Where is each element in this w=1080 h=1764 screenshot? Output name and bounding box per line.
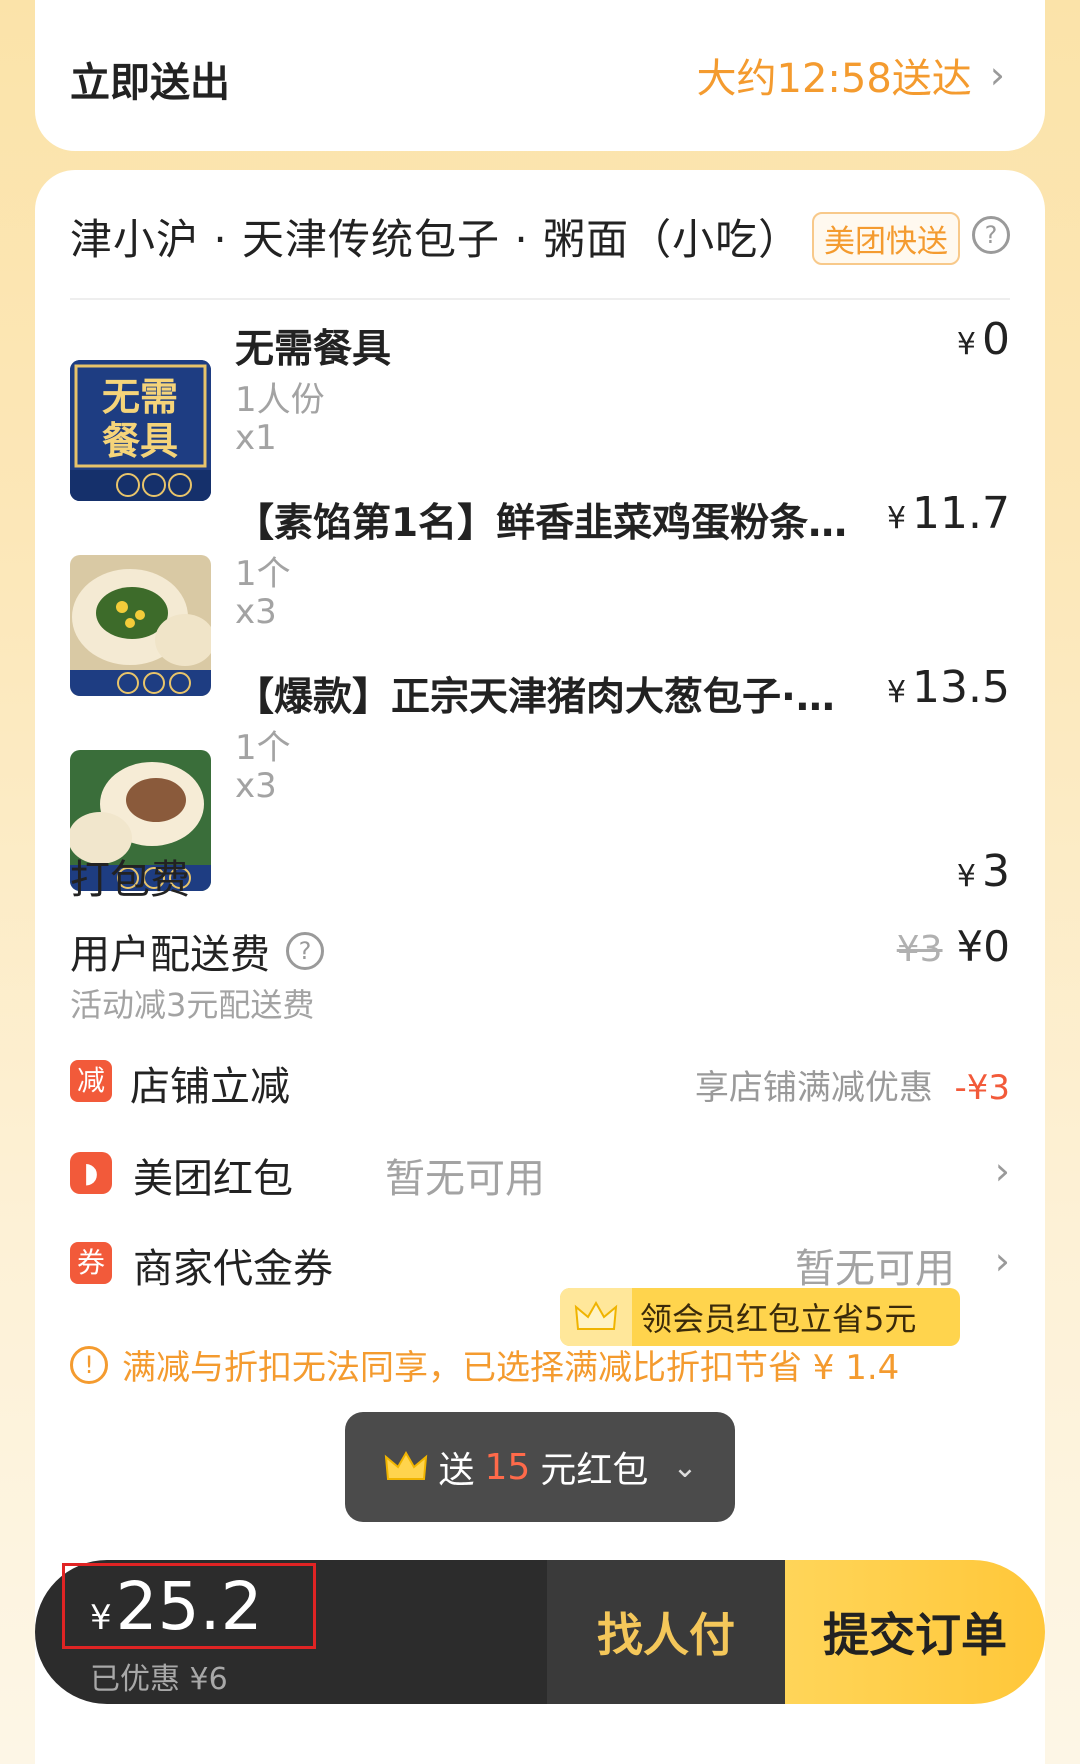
coupon-label: 商家代金券 <box>133 1246 333 1292</box>
warning-icon: ! <box>70 1345 108 1384</box>
delivery-mode-label: 立即送出 <box>70 60 230 106</box>
warning-text: 满减与折扣无法同享，已选择满减比折扣节省 ¥ 1.4 <box>122 1348 900 1388</box>
red-packet-popup[interactable]: 送 15 元红包 ⌄ <box>345 1412 735 1522</box>
question-circle-icon[interactable]: ? <box>972 216 1010 254</box>
red-packet-icon: ◗ <box>70 1152 112 1194</box>
chevron-right-icon: › <box>989 53 1005 97</box>
item-title: 【素馅第1名】鲜香韭菜鸡蛋粉条… <box>235 501 848 546</box>
store-discount-label: 店铺立减 <box>130 1064 290 1110</box>
item-title: 无需餐具 <box>235 327 392 372</box>
shop-name[interactable]: 津小沪 · 天津传统包子 · 粥面（小吃） <box>70 206 801 267</box>
store-discount-value: 享店铺满减优惠 -¥3 <box>694 1068 1010 1108</box>
delivery-fee-price: ¥3 ¥0 <box>896 922 1010 971</box>
item-price: ¥0 <box>956 314 1010 365</box>
item-price: ¥11.7 <box>886 488 1010 539</box>
highlight-box <box>62 1563 316 1649</box>
item-qty: x3 <box>235 766 277 806</box>
crown-icon <box>384 1450 427 1480</box>
crown-icon <box>560 1288 632 1346</box>
item-spec: 1个 <box>235 554 291 594</box>
item-thumbnail[interactable]: 无需 餐具 <box>70 360 211 501</box>
delivery-time-card[interactable]: 立即送出 大约12:58送达 › <box>35 0 1045 151</box>
item-qty: x3 <box>235 592 277 632</box>
item-title: 【爆款】正宗天津猪肉大葱包子·… <box>235 675 835 720</box>
pay-for-me-button[interactable]: 找人付 <box>547 1560 785 1704</box>
coupon-icon: 券 <box>70 1242 112 1284</box>
divider <box>70 298 1010 300</box>
no-utensils-image: 无需 餐具 <box>70 360 211 501</box>
discount-icon: 减 <box>70 1060 112 1102</box>
delivery-badge: 美团快送 <box>812 212 960 265</box>
svg-text:餐具: 餐具 <box>102 418 178 463</box>
delivery-fee-note: 活动减3元配送费 <box>70 986 315 1024</box>
saved-amount: 已优惠 ¥6 <box>90 1662 228 1697</box>
chevron-down-icon: ⌄ <box>672 1449 698 1485</box>
leek-egg-bun-image <box>70 555 211 696</box>
vip-red-packet-banner[interactable]: 领会员红包立省5元 <box>560 1288 960 1346</box>
item-spec: 1人份 <box>235 380 325 420</box>
item-spec: 1个 <box>235 728 291 768</box>
packing-fee-label: 打包费 <box>70 857 190 903</box>
packing-fee-price: ¥3 <box>956 846 1010 897</box>
order-card: 津小沪 · 天津传统包子 · 粥面（小吃） 美团快送 ? 无需 餐具 无需餐具 … <box>35 170 1045 1764</box>
eta-selector[interactable]: 大约12:58送达 › <box>697 46 1005 104</box>
red-packet-label: 美团红包 <box>133 1156 293 1202</box>
item-price: ¥13.5 <box>886 662 1010 713</box>
delivery-fee-row: 用户配送费 ? <box>70 922 324 980</box>
eta-text: 大约12:58送达 <box>696 56 972 102</box>
chevron-right-icon[interactable]: › <box>995 1152 1010 1190</box>
item-thumbnail[interactable] <box>70 555 211 696</box>
red-packet-status: 暂无可用 <box>385 1156 545 1202</box>
popup-amount: 15 <box>484 1446 531 1488</box>
discount-warning: ! 满减与折扣无法同享，已选择满减比折扣节省 ¥ 1.4 <box>70 1340 899 1389</box>
svg-text:无需: 无需 <box>102 374 178 419</box>
delivery-fee-label: 用户配送费 <box>70 932 270 978</box>
coupon-status: 暂无可用 <box>795 1246 955 1292</box>
submit-order-button[interactable]: 提交订单 <box>785 1560 1045 1704</box>
chevron-right-icon[interactable]: › <box>995 1242 1010 1280</box>
popup-suffix: 元红包 <box>540 1450 649 1491</box>
item-qty: x1 <box>235 418 277 458</box>
original-fee: ¥3 <box>896 929 943 970</box>
question-circle-icon[interactable]: ? <box>286 932 324 970</box>
popup-prefix: 送 <box>438 1450 475 1491</box>
vip-banner-text: 领会员红包立省5元 <box>640 1300 917 1338</box>
